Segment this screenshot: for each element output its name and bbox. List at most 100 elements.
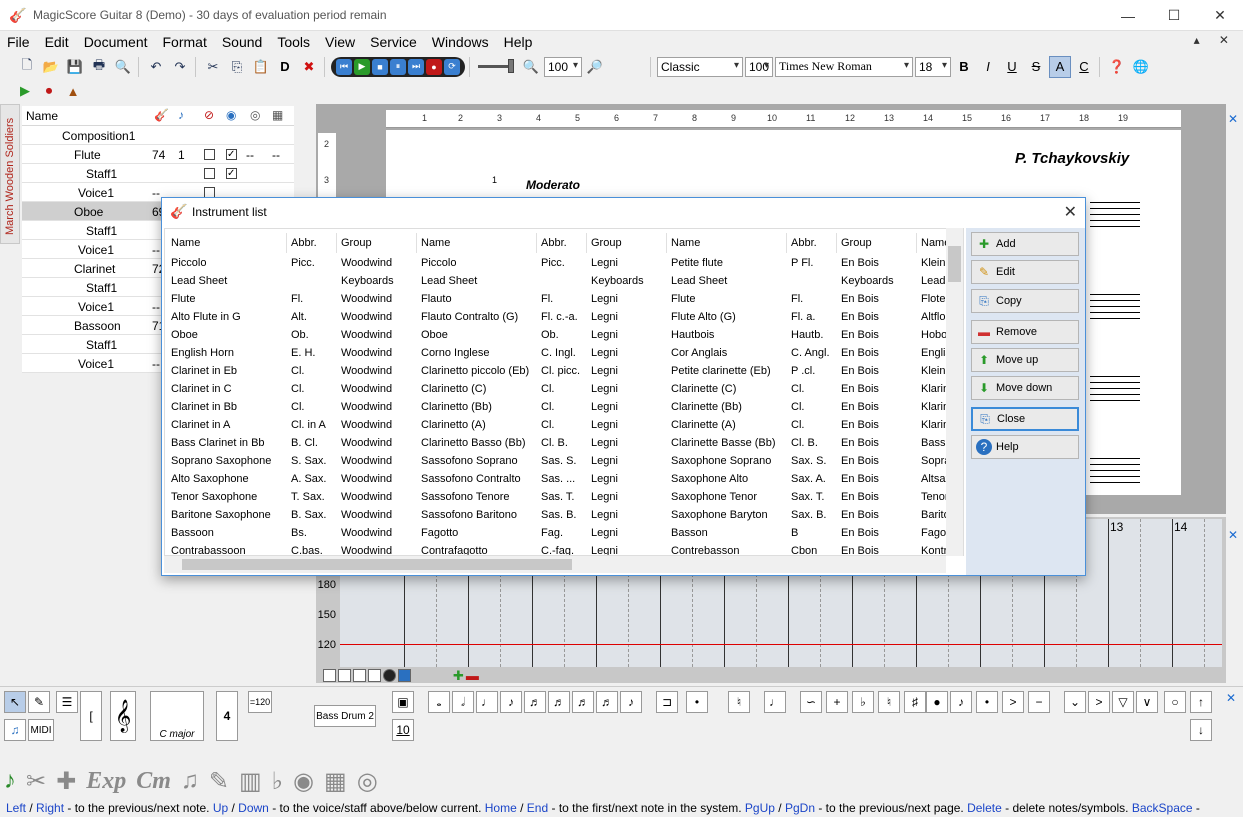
notes-mode-icon[interactable]: ♫ <box>181 767 199 795</box>
table-row[interactable]: Lead Sheet Keyboards Lead Sheet Keyboards Le… <box>165 273 963 291</box>
eraser-tool-icon[interactable]: ✎ <box>28 691 50 713</box>
add-track-icon[interactable]: ✚ <box>453 669 464 683</box>
play-icon[interactable]: ▶ <box>354 58 370 75</box>
sharp-icon[interactable]: ♯ <box>904 691 926 713</box>
column-separator[interactable] <box>336 233 337 253</box>
note-mode-icon[interactable]: ♪ <box>4 767 16 795</box>
play-from-start-icon[interactable]: ▶ <box>14 80 36 102</box>
table-row[interactable]: Clarinet in Eb Cl. Woodwind Clarinetto picc… <box>165 363 963 381</box>
roll-tool-icon[interactable] <box>323 669 336 682</box>
paste-icon[interactable]: 📋 <box>250 56 272 78</box>
underline-button[interactable]: U <box>1001 56 1023 78</box>
piano-mode-icon[interactable]: ▥ <box>239 767 262 796</box>
add-button[interactable]: ✚ Add <box>971 232 1079 256</box>
grid-column-header[interactable]: Group <box>341 237 372 249</box>
column-separator[interactable] <box>586 233 587 253</box>
help-icon[interactable]: ❓ <box>1106 56 1128 78</box>
sixteenth-note-icon[interactable]: ♬ <box>524 691 546 713</box>
menu-view[interactable]: View <box>318 34 363 50</box>
style-combo[interactable]: Classic <box>657 56 743 77</box>
note-flag-icon[interactable]: ♪ <box>950 691 972 713</box>
zoom-combo[interactable]: 100 <box>544 56 582 77</box>
solo-checkbox[interactable]: ✓ <box>226 168 237 179</box>
guitar-mode-icon[interactable]: ♭ <box>272 767 283 796</box>
tenuto-icon[interactable]: − <box>1028 691 1050 713</box>
table-row[interactable]: Alto Saxophone A. Sax. Woodwind Sassofono C… <box>165 471 963 489</box>
column-separator[interactable] <box>916 233 917 253</box>
size-combo[interactable]: 100 <box>745 56 773 77</box>
grid-horizontal-scrollbar[interactable] <box>164 556 946 573</box>
column-separator[interactable] <box>666 233 667 253</box>
menu-help[interactable]: Help <box>497 34 541 50</box>
note-head-icon[interactable]: ● <box>926 691 948 713</box>
column-separator[interactable] <box>416 233 417 253</box>
staccato-icon[interactable]: • <box>976 691 998 713</box>
natural-icon[interactable]: ♮ <box>878 691 900 713</box>
column-separator[interactable] <box>286 233 287 253</box>
table-row[interactable]: Tenor Saxophone T. Sax. Woodwind Sassofono … <box>165 489 963 507</box>
cut-icon[interactable]: ✂ <box>202 56 224 78</box>
print-preview-icon[interactable]: 🔍 <box>112 56 134 78</box>
glissando-icon[interactable]: ∽ <box>800 691 822 713</box>
tuplet-tool-icon[interactable]: 10 <box>392 719 414 741</box>
thirtysecond-note-icon[interactable]: ♬ <box>548 691 570 713</box>
zoom-in-icon[interactable]: 🔎 <box>584 56 606 78</box>
print-icon[interactable]: 🖶 <box>88 56 110 78</box>
tie-tool-icon[interactable]: ♩ <box>764 691 786 713</box>
fermata-icon[interactable]: ○ <box>1164 691 1186 713</box>
record-icon[interactable]: ● <box>426 58 442 75</box>
up-bow-icon[interactable]: ∨ <box>1136 691 1158 713</box>
menu-file[interactable]: File <box>0 34 38 50</box>
d-button[interactable]: D <box>274 56 296 78</box>
grid-column-header[interactable]: Abbr. <box>541 237 567 249</box>
mute-checkbox[interactable] <box>204 149 215 160</box>
table-row[interactable]: Clarinet in Bb Cl. Woodwind Clarinetto (Bb)… <box>165 399 963 417</box>
table-row[interactable]: Soprano Saxophone S. Sax. Woodwind Sassofon… <box>165 453 963 471</box>
palette-close-icon[interactable]: ✕ <box>1226 691 1236 705</box>
minimize-button[interactable]: — <box>1105 0 1151 31</box>
italic-button[interactable]: I <box>977 56 999 78</box>
rewind-icon[interactable]: ⏮ <box>336 58 352 75</box>
copy-icon[interactable]: ⎘ <box>226 56 248 78</box>
tree-row-staff[interactable]: Staff1 ✓ <box>22 164 294 183</box>
palette-mode-icon[interactable]: ✎ <box>209 767 229 796</box>
zoom-out-icon[interactable]: 🔍 <box>520 56 542 78</box>
record-mode-icon[interactable]: ⏺ <box>38 80 60 102</box>
column-separator[interactable] <box>786 233 787 253</box>
table-row[interactable]: English Horn E. H. Woodwind Corno Inglese C.… <box>165 345 963 363</box>
roll-tool-icon[interactable] <box>383 669 396 682</box>
loop-icon[interactable]: ⟳ <box>444 58 460 75</box>
quarter-note-icon[interactable]: ♩ <box>476 691 498 713</box>
dot-tool-icon[interactable]: • <box>686 691 708 713</box>
remove-button[interactable]: ▬ Remove <box>971 320 1079 344</box>
menu-format[interactable]: Format <box>156 34 215 50</box>
grid-column-header[interactable]: Name <box>671 237 700 249</box>
grid-vertical-scrollbar[interactable] <box>946 228 963 556</box>
roll-tool-icon[interactable] <box>368 669 381 682</box>
table-row[interactable]: Bass Clarinet in Bb B. Cl. Woodwind Clarine… <box>165 435 963 453</box>
mdi-controls[interactable]: ▴ ✕ <box>1194 33 1237 47</box>
sixtyfourth-note-icon[interactable]: ♬ <box>572 691 594 713</box>
edit-button[interactable]: ✎ Edit <box>971 260 1079 284</box>
window-close-button[interactable]: ✕ <box>1197 0 1243 31</box>
table-row[interactable]: Oboe Ob. Woodwind Oboe Ob. Legni Hautbois Hautb… <box>165 327 963 345</box>
menu-sound[interactable]: Sound <box>215 34 270 50</box>
grace-note-icon[interactable]: ♪ <box>620 691 642 713</box>
grid-column-header[interactable]: Abbr. <box>291 237 317 249</box>
new-file-icon[interactable]: 🗋 <box>16 56 38 78</box>
maximize-button[interactable]: ☐ <box>1151 0 1197 31</box>
accent-icon[interactable]: > <box>1002 691 1024 713</box>
table-row[interactable]: Alto Flute in G Alt. Woodwind Flauto Contra… <box>165 309 963 327</box>
table-row[interactable]: Baritone Saxophone B. Sax. Woodwind Sassofo… <box>165 507 963 525</box>
chord-mode-icon[interactable]: Cm <box>136 768 171 795</box>
copy-button[interactable]: ⎘ Copy <box>971 289 1079 313</box>
roll-tool-icon[interactable] <box>398 669 411 682</box>
accidental-tool-icon[interactable]: ♮ <box>728 691 750 713</box>
font-color-button[interactable]: C <box>1073 56 1095 78</box>
flat-icon[interactable]: ♭ <box>852 691 874 713</box>
tools-mode-icon[interactable]: ✂ <box>26 767 46 796</box>
close-button[interactable]: ⎘ Close <box>971 407 1079 431</box>
column-separator[interactable] <box>836 233 837 253</box>
column-separator[interactable] <box>536 233 537 253</box>
strikethrough-button[interactable]: S <box>1025 56 1047 78</box>
